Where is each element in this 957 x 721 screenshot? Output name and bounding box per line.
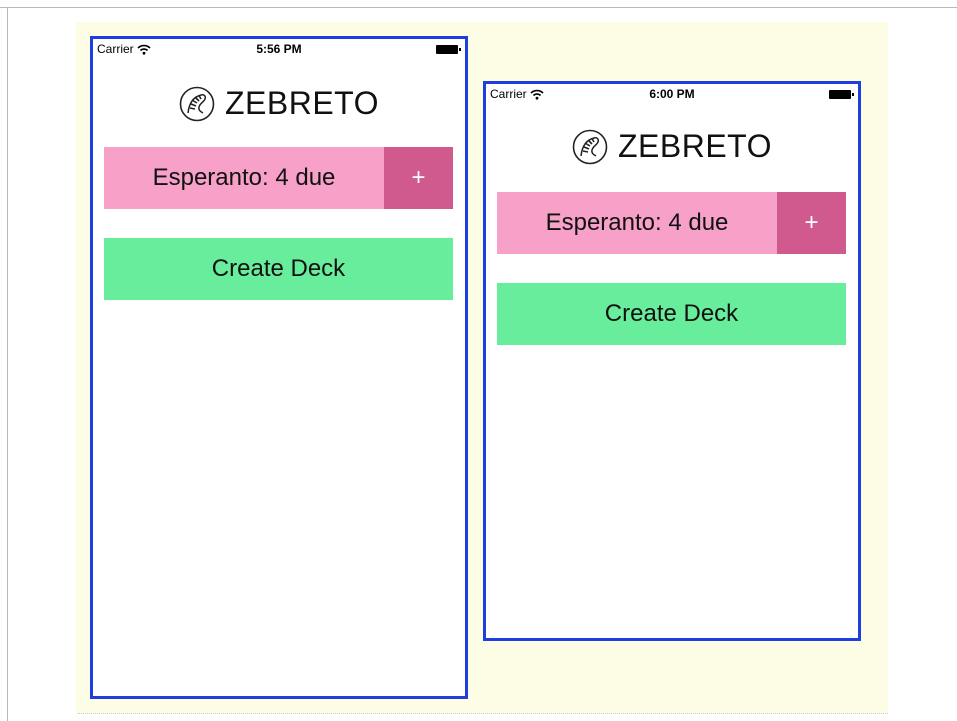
- create-deck-button[interactable]: Create Deck: [497, 283, 846, 345]
- figure-frame-left: [7, 7, 8, 721]
- battery-icon: [829, 90, 854, 99]
- battery-icon: [436, 45, 461, 54]
- add-card-button[interactable]: +: [777, 192, 846, 254]
- zebra-logo-icon: [179, 86, 215, 121]
- app-header: ZEBRETO: [93, 85, 465, 122]
- status-bar: Carrier 6:00 PM: [486, 84, 858, 104]
- status-time: 6:00 PM: [649, 87, 695, 101]
- zebra-logo-icon: [572, 129, 608, 164]
- add-card-button[interactable]: +: [384, 147, 453, 209]
- phone-screen-2: Carrier 6:00 PM ZEBRETO Esperanto: 4 due…: [483, 81, 861, 641]
- deck-study-button[interactable]: Esperanto: 4 due: [104, 147, 384, 209]
- deck-row: Esperanto: 4 due +: [104, 147, 453, 209]
- figure-frame-top: [0, 7, 957, 8]
- deck-row: Esperanto: 4 due +: [497, 192, 846, 254]
- status-bar: Carrier 5:56 PM: [93, 39, 465, 59]
- create-deck-button[interactable]: Create Deck: [104, 238, 453, 300]
- status-time: 5:56 PM: [256, 42, 302, 56]
- deck-study-button[interactable]: Esperanto: 4 due: [497, 192, 777, 254]
- app-title: ZEBRETO: [617, 128, 773, 164]
- phone-screen-1: Carrier 5:56 PM ZEBRETO Esperanto: 4 due…: [90, 36, 468, 699]
- figure-frame-bottom: [78, 713, 888, 714]
- app-title: ZEBRETO: [224, 85, 380, 121]
- app-header: ZEBRETO: [486, 128, 858, 165]
